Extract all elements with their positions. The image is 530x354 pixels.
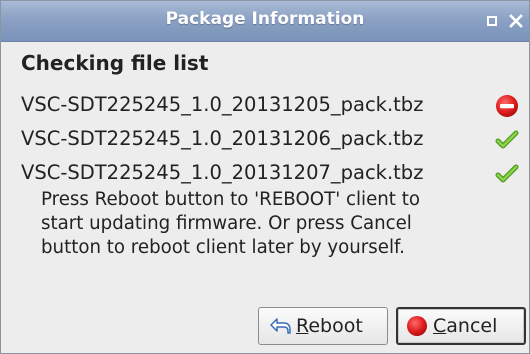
message-line: start updating firmware. Or press Cancel [41, 213, 412, 234]
package-information-dialog: Package Information Checking file list V… [0, 0, 530, 354]
check-icon [495, 164, 519, 183]
file-row: VSC-SDT225245_1.0_20131206_pack.tbz [1, 124, 530, 158]
window-controls [487, 10, 523, 32]
file-name: VSC-SDT225245_1.0_20131206_pack.tbz [21, 127, 424, 150]
message-line: button to reboot client later by yoursel… [41, 237, 405, 258]
cancel-button-label: Cancel [433, 315, 498, 337]
undo-arrow-icon [270, 318, 291, 334]
window-title: Package Information [165, 9, 365, 29]
instruction-message: Press Reboot button to 'REBOOT' client t… [41, 188, 521, 260]
error-icon [496, 95, 518, 117]
dialog-heading: Checking file list [21, 51, 209, 75]
close-icon[interactable] [509, 14, 523, 28]
maximize-icon[interactable] [487, 16, 497, 26]
reboot-button[interactable]: Reboot [258, 307, 388, 345]
file-name: VSC-SDT225245_1.0_20131205_pack.tbz [21, 93, 424, 116]
cancel-button[interactable]: Cancel [396, 307, 526, 345]
title-bar[interactable]: Package Information [1, 1, 529, 42]
file-row: VSC-SDT225245_1.0_20131205_pack.tbz [1, 90, 530, 124]
cancel-icon [407, 316, 427, 336]
file-name: VSC-SDT225245_1.0_20131207_pack.tbz [21, 161, 424, 184]
reboot-button-label: Reboot [296, 315, 363, 337]
file-list: VSC-SDT225245_1.0_20131205_pack.tbz VSC-… [1, 90, 530, 192]
file-row: VSC-SDT225245_1.0_20131207_pack.tbz [1, 158, 530, 192]
check-icon [495, 130, 519, 149]
message-line: Press Reboot button to 'REBOOT' client t… [41, 189, 420, 210]
